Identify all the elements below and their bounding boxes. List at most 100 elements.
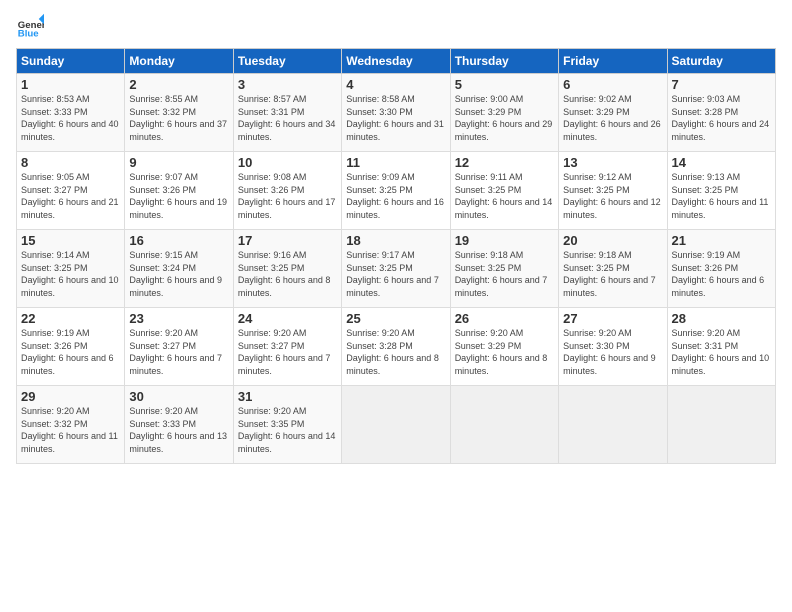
calendar-cell: 6Sunrise: 9:02 AMSunset: 3:29 PMDaylight… [559, 74, 667, 152]
day-number: 31 [238, 389, 337, 404]
day-number: 1 [21, 77, 120, 92]
week-row-3: 15Sunrise: 9:14 AMSunset: 3:25 PMDayligh… [17, 230, 776, 308]
calendar-cell: 25Sunrise: 9:20 AMSunset: 3:28 PMDayligh… [342, 308, 450, 386]
day-number: 11 [346, 155, 445, 170]
calendar-cell: 28Sunrise: 9:20 AMSunset: 3:31 PMDayligh… [667, 308, 775, 386]
day-info: Sunrise: 9:00 AMSunset: 3:29 PMDaylight:… [455, 93, 554, 143]
day-info: Sunrise: 9:19 AMSunset: 3:26 PMDaylight:… [672, 249, 771, 299]
day-info: Sunrise: 8:55 AMSunset: 3:32 PMDaylight:… [129, 93, 228, 143]
day-number: 17 [238, 233, 337, 248]
calendar-cell: 27Sunrise: 9:20 AMSunset: 3:30 PMDayligh… [559, 308, 667, 386]
day-number: 25 [346, 311, 445, 326]
day-info: Sunrise: 9:12 AMSunset: 3:25 PMDaylight:… [563, 171, 662, 221]
day-info: Sunrise: 9:20 AMSunset: 3:28 PMDaylight:… [346, 327, 445, 377]
col-header-monday: Monday [125, 49, 233, 74]
day-number: 14 [672, 155, 771, 170]
calendar-cell [667, 386, 775, 464]
calendar-cell: 15Sunrise: 9:14 AMSunset: 3:25 PMDayligh… [17, 230, 125, 308]
calendar-cell: 9Sunrise: 9:07 AMSunset: 3:26 PMDaylight… [125, 152, 233, 230]
day-number: 20 [563, 233, 662, 248]
day-info: Sunrise: 9:02 AMSunset: 3:29 PMDaylight:… [563, 93, 662, 143]
day-info: Sunrise: 9:16 AMSunset: 3:25 PMDaylight:… [238, 249, 337, 299]
day-info: Sunrise: 9:03 AMSunset: 3:28 PMDaylight:… [672, 93, 771, 143]
day-number: 4 [346, 77, 445, 92]
day-info: Sunrise: 9:08 AMSunset: 3:26 PMDaylight:… [238, 171, 337, 221]
day-number: 8 [21, 155, 120, 170]
day-info: Sunrise: 9:20 AMSunset: 3:32 PMDaylight:… [21, 405, 120, 455]
day-info: Sunrise: 9:09 AMSunset: 3:25 PMDaylight:… [346, 171, 445, 221]
week-row-1: 1Sunrise: 8:53 AMSunset: 3:33 PMDaylight… [17, 74, 776, 152]
day-info: Sunrise: 9:20 AMSunset: 3:31 PMDaylight:… [672, 327, 771, 377]
day-number: 23 [129, 311, 228, 326]
calendar-cell: 3Sunrise: 8:57 AMSunset: 3:31 PMDaylight… [233, 74, 341, 152]
day-info: Sunrise: 9:15 AMSunset: 3:24 PMDaylight:… [129, 249, 228, 299]
day-number: 10 [238, 155, 337, 170]
day-info: Sunrise: 8:58 AMSunset: 3:30 PMDaylight:… [346, 93, 445, 143]
calendar-cell: 11Sunrise: 9:09 AMSunset: 3:25 PMDayligh… [342, 152, 450, 230]
day-number: 19 [455, 233, 554, 248]
calendar-cell: 20Sunrise: 9:18 AMSunset: 3:25 PMDayligh… [559, 230, 667, 308]
day-number: 24 [238, 311, 337, 326]
calendar-cell: 13Sunrise: 9:12 AMSunset: 3:25 PMDayligh… [559, 152, 667, 230]
day-info: Sunrise: 9:20 AMSunset: 3:35 PMDaylight:… [238, 405, 337, 455]
calendar-cell: 31Sunrise: 9:20 AMSunset: 3:35 PMDayligh… [233, 386, 341, 464]
day-number: 28 [672, 311, 771, 326]
day-number: 30 [129, 389, 228, 404]
day-info: Sunrise: 9:13 AMSunset: 3:25 PMDaylight:… [672, 171, 771, 221]
col-header-thursday: Thursday [450, 49, 558, 74]
day-number: 13 [563, 155, 662, 170]
day-number: 22 [21, 311, 120, 326]
calendar-cell: 8Sunrise: 9:05 AMSunset: 3:27 PMDaylight… [17, 152, 125, 230]
day-number: 26 [455, 311, 554, 326]
calendar-cell [450, 386, 558, 464]
day-info: Sunrise: 8:57 AMSunset: 3:31 PMDaylight:… [238, 93, 337, 143]
calendar-cell [342, 386, 450, 464]
calendar-cell: 18Sunrise: 9:17 AMSunset: 3:25 PMDayligh… [342, 230, 450, 308]
col-header-tuesday: Tuesday [233, 49, 341, 74]
day-number: 9 [129, 155, 228, 170]
calendar-cell: 17Sunrise: 9:16 AMSunset: 3:25 PMDayligh… [233, 230, 341, 308]
day-number: 21 [672, 233, 771, 248]
day-info: Sunrise: 9:11 AMSunset: 3:25 PMDaylight:… [455, 171, 554, 221]
day-info: Sunrise: 9:20 AMSunset: 3:30 PMDaylight:… [563, 327, 662, 377]
day-info: Sunrise: 9:18 AMSunset: 3:25 PMDaylight:… [563, 249, 662, 299]
day-info: Sunrise: 9:14 AMSunset: 3:25 PMDaylight:… [21, 249, 120, 299]
calendar-cell [559, 386, 667, 464]
calendar-cell: 19Sunrise: 9:18 AMSunset: 3:25 PMDayligh… [450, 230, 558, 308]
calendar-cell: 14Sunrise: 9:13 AMSunset: 3:25 PMDayligh… [667, 152, 775, 230]
calendar-cell: 16Sunrise: 9:15 AMSunset: 3:24 PMDayligh… [125, 230, 233, 308]
day-number: 7 [672, 77, 771, 92]
day-info: Sunrise: 9:20 AMSunset: 3:27 PMDaylight:… [129, 327, 228, 377]
calendar-cell: 7Sunrise: 9:03 AMSunset: 3:28 PMDaylight… [667, 74, 775, 152]
calendar-cell: 2Sunrise: 8:55 AMSunset: 3:32 PMDaylight… [125, 74, 233, 152]
calendar-cell: 5Sunrise: 9:00 AMSunset: 3:29 PMDaylight… [450, 74, 558, 152]
col-header-friday: Friday [559, 49, 667, 74]
day-number: 6 [563, 77, 662, 92]
calendar-cell: 29Sunrise: 9:20 AMSunset: 3:32 PMDayligh… [17, 386, 125, 464]
calendar-cell: 26Sunrise: 9:20 AMSunset: 3:29 PMDayligh… [450, 308, 558, 386]
col-header-sunday: Sunday [17, 49, 125, 74]
day-number: 2 [129, 77, 228, 92]
day-info: Sunrise: 9:07 AMSunset: 3:26 PMDaylight:… [129, 171, 228, 221]
calendar-table: SundayMondayTuesdayWednesdayThursdayFrid… [16, 48, 776, 464]
day-number: 12 [455, 155, 554, 170]
calendar-cell: 1Sunrise: 8:53 AMSunset: 3:33 PMDaylight… [17, 74, 125, 152]
day-number: 15 [21, 233, 120, 248]
day-info: Sunrise: 9:05 AMSunset: 3:27 PMDaylight:… [21, 171, 120, 221]
week-row-5: 29Sunrise: 9:20 AMSunset: 3:32 PMDayligh… [17, 386, 776, 464]
calendar-cell: 24Sunrise: 9:20 AMSunset: 3:27 PMDayligh… [233, 308, 341, 386]
week-row-4: 22Sunrise: 9:19 AMSunset: 3:26 PMDayligh… [17, 308, 776, 386]
day-info: Sunrise: 9:18 AMSunset: 3:25 PMDaylight:… [455, 249, 554, 299]
day-number: 27 [563, 311, 662, 326]
calendar-cell: 10Sunrise: 9:08 AMSunset: 3:26 PMDayligh… [233, 152, 341, 230]
calendar-cell: 30Sunrise: 9:20 AMSunset: 3:33 PMDayligh… [125, 386, 233, 464]
day-number: 29 [21, 389, 120, 404]
day-info: Sunrise: 9:20 AMSunset: 3:33 PMDaylight:… [129, 405, 228, 455]
day-info: Sunrise: 9:19 AMSunset: 3:26 PMDaylight:… [21, 327, 120, 377]
logo: General Blue [16, 12, 46, 40]
col-header-wednesday: Wednesday [342, 49, 450, 74]
svg-text:Blue: Blue [18, 29, 39, 40]
col-header-saturday: Saturday [667, 49, 775, 74]
calendar-cell: 22Sunrise: 9:19 AMSunset: 3:26 PMDayligh… [17, 308, 125, 386]
day-number: 16 [129, 233, 228, 248]
